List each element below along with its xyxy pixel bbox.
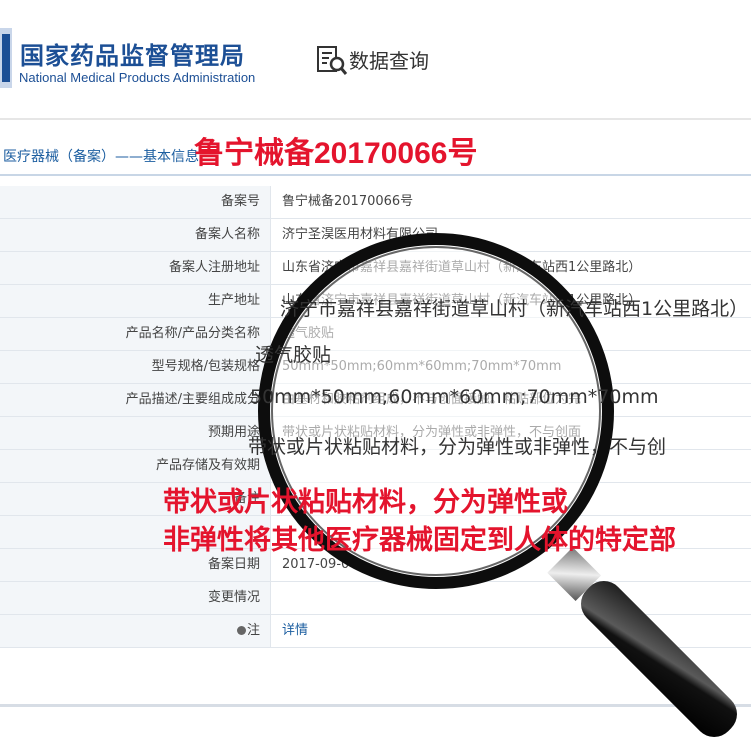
magnified-spec: 50mm*50mm;60mm*60mm;70mm*70mm <box>250 386 659 408</box>
table-row: 变更情况 <box>0 582 751 615</box>
row-label: 变更情况 <box>0 582 271 614</box>
table-row: 备案号 鲁宁械备20170066号 <box>0 186 751 219</box>
magnified-product-name: 透气胶贴 <box>255 344 332 366</box>
site-header: 国家药品监督管理局 National Medical Products Admi… <box>0 0 751 108</box>
record-table: 备案号 鲁宁械备20170066号 备案人名称 济宁圣淏医用材料有限公司 备案人注册… <box>0 186 751 648</box>
header-divider <box>0 118 751 120</box>
note-label: 注 <box>246 623 260 638</box>
row-label: 备案人注册地址 <box>0 252 271 284</box>
agency-name-en: National Medical Products Administration <box>19 70 256 85</box>
table-row: 产品名称/产品分类名称 透气胶贴 <box>0 318 751 351</box>
row-label: 型号规格/包装规格 <box>0 351 271 383</box>
footer-divider <box>0 704 751 707</box>
row-value: 济宁圣淏医用材料有限公司 <box>282 227 439 242</box>
row-label: 产品描述/主要组成成分 <box>0 384 271 416</box>
red-caption-line-1: 带状或片状粘贴材料，分为弹性或 <box>163 487 568 518</box>
magnified-address: 济宁市嘉祥县嘉祥街道草山村（新汽车站西1公里路北） <box>280 298 749 320</box>
row-label: 产品名称/产品分类名称 <box>0 318 271 350</box>
data-query-link[interactable]: 数据查询 <box>349 45 429 74</box>
emblem-icon <box>0 28 12 88</box>
row-label: 备案人名称 <box>0 219 271 251</box>
row-label: 备案号 <box>0 186 271 218</box>
breadcrumb: 医疗器械（备案）——基本信息 <box>3 149 199 165</box>
location-pin-icon <box>236 626 246 635</box>
row-value: 50mm*50mm;60mm*60mm;70mm*70mm <box>282 359 562 374</box>
agency-name-cn[interactable]: 国家药品监督管理局 <box>20 36 245 71</box>
row-value <box>282 582 751 614</box>
row-value: 鲁宁械备20170066号 <box>282 194 414 209</box>
overlay-record-number: 鲁宁械备20170066号 <box>194 137 478 170</box>
table-row: 备案人名称 济宁圣淏医用材料有限公司 <box>0 219 751 252</box>
row-label: 注 <box>0 615 271 647</box>
table-row: 备案人注册地址 山东省济宁市嘉祥县嘉祥街道草山村（新汽车站西1公里路北） <box>0 252 751 285</box>
details-link[interactable]: 详情 <box>282 615 751 647</box>
table-row: 型号规格/包装规格 50mm*50mm;60mm*60mm;70mm*70mm <box>0 351 751 384</box>
magnifier-document-icon[interactable] <box>316 44 348 76</box>
row-value: 透气胶贴 <box>282 326 335 341</box>
magnified-use: 带状或片状粘贴材料，分为弹性或非弹性，不与创 <box>248 436 667 458</box>
row-label: 产品存储及有效期 <box>0 450 271 482</box>
red-caption-line-2: 非弹性将其他医疗器械固定到人体的特定部 <box>163 525 676 556</box>
row-label: 生产地址 <box>0 285 271 317</box>
table-row: 注 详情 <box>0 615 751 648</box>
row-value: 山东省济宁市嘉祥县嘉祥街道草山村（新汽车站西1公里路北） <box>282 260 642 275</box>
row-label: 预期用途 <box>0 417 271 449</box>
